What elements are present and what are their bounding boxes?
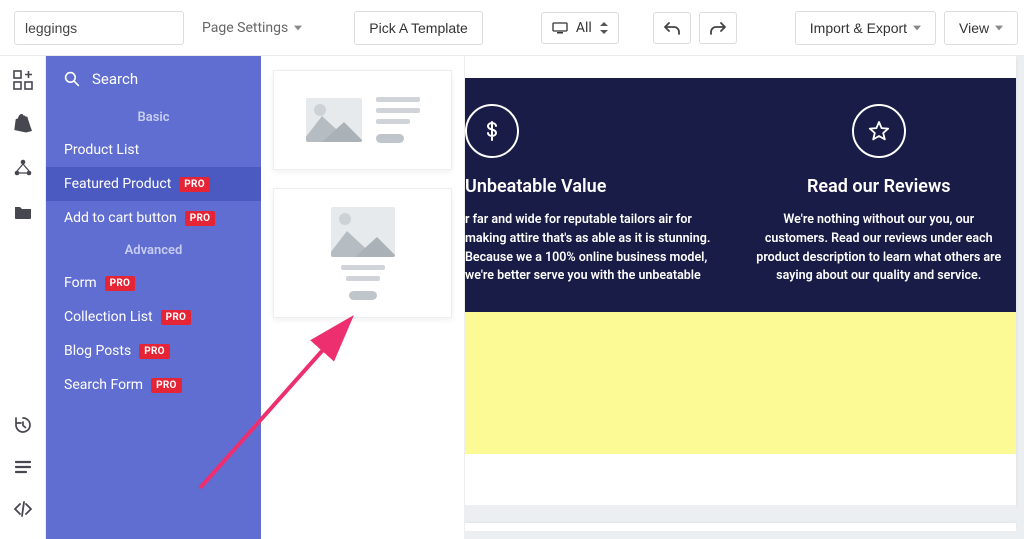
connect-icon[interactable] — [13, 158, 33, 178]
sidebar-item-label: Collection List — [64, 309, 153, 325]
preview-yellow-section — [465, 312, 1016, 454]
feature-body: r far and wide for reputable tailors air… — [465, 211, 720, 286]
sidebar-item-label: Featured Product — [64, 176, 171, 192]
text-lines-placeholder — [341, 265, 385, 300]
pro-badge: PRO — [151, 378, 182, 393]
sidebar-search[interactable]: Search — [46, 56, 261, 102]
sidebar-item-collection-list[interactable]: Collection List PRO — [46, 300, 261, 334]
code-icon[interactable] — [13, 499, 33, 519]
page-name-input[interactable] — [14, 11, 184, 45]
sidebar-item-blog-posts[interactable]: Blog Posts PRO — [46, 334, 261, 368]
dollar-icon — [465, 104, 519, 158]
preview-pane: Unbeatable Value r far and wide for repu… — [465, 56, 1024, 539]
redo-button[interactable] — [699, 12, 737, 44]
view-dropdown[interactable]: View — [944, 11, 1018, 45]
preview-dark-section: Unbeatable Value r far and wide for repu… — [465, 78, 1016, 312]
undo-icon — [664, 21, 680, 35]
layout-templates-column — [261, 56, 465, 539]
sidebar-item-add-to-cart[interactable]: Add to cart button PRO — [46, 201, 261, 235]
page-settings-label: Page Settings — [202, 20, 288, 36]
template-card-image-left[interactable] — [273, 70, 452, 170]
pro-badge: PRO — [139, 344, 170, 359]
sidebar-search-label: Search — [92, 70, 138, 88]
folder-icon[interactable] — [13, 202, 33, 222]
redo-icon — [710, 21, 726, 35]
feature-title: Read our Reviews — [752, 176, 1007, 197]
history-icon[interactable] — [13, 415, 33, 435]
star-icon — [852, 104, 906, 158]
updown-icon — [600, 22, 608, 34]
add-widget-icon[interactable] — [13, 70, 33, 90]
sidebar-item-form[interactable]: Form PRO — [46, 266, 261, 300]
device-label: All — [576, 20, 592, 36]
text-lines-placeholder — [376, 97, 420, 143]
import-export-label: Import & Export — [810, 20, 907, 36]
top-toolbar: Page Settings Pick A Template All Import… — [0, 0, 1024, 56]
preview-frame[interactable]: Unbeatable Value r far and wide for repu… — [465, 56, 1016, 505]
sidebar-item-label: Blog Posts — [64, 343, 131, 359]
sidebar-item-featured-product[interactable]: Featured Product PRO — [46, 167, 261, 201]
pro-badge: PRO — [161, 310, 192, 325]
sidebar-item-product-list[interactable]: Product List — [46, 133, 261, 167]
pro-badge: PRO — [185, 211, 216, 226]
preview-feature-reviews: Read our Reviews We're nothing without o… — [742, 104, 1017, 286]
page-settings-dropdown[interactable]: Page Settings — [192, 12, 312, 44]
preview-feature-value: Unbeatable Value r far and wide for repu… — [465, 104, 742, 286]
pick-template-button[interactable]: Pick A Template — [354, 11, 483, 45]
image-placeholder-icon — [306, 98, 362, 142]
elements-sidebar: Search Basic Product List Featured Produ… — [46, 56, 261, 539]
caret-down-icon — [913, 24, 921, 32]
sidebar-category-advanced: Advanced — [46, 235, 261, 266]
undo-button[interactable] — [653, 12, 691, 44]
pro-badge: PRO — [179, 177, 210, 192]
main-area: Search Basic Product List Featured Produ… — [0, 56, 1024, 539]
feature-title: Unbeatable Value — [465, 176, 720, 197]
view-label: View — [959, 20, 989, 36]
sidebar-item-label: Form — [64, 275, 97, 291]
shopify-icon[interactable] — [13, 114, 33, 134]
pick-template-label: Pick A Template — [369, 20, 468, 36]
preview-footer-bar — [465, 523, 1016, 531]
sidebar-category-basic: Basic — [46, 102, 261, 133]
image-placeholder-icon — [331, 207, 395, 257]
sidebar-item-search-form[interactable]: Search Form PRO — [46, 368, 261, 402]
template-card-image-top[interactable] — [273, 188, 452, 318]
sidebar-item-label: Add to cart button — [64, 210, 177, 226]
device-selector[interactable]: All — [541, 12, 619, 44]
list-icon[interactable] — [13, 457, 33, 477]
sidebar-item-label: Product List — [64, 142, 139, 158]
search-icon — [64, 71, 80, 87]
caret-down-icon — [294, 24, 302, 32]
left-rail — [0, 56, 46, 539]
import-export-dropdown[interactable]: Import & Export — [795, 11, 936, 45]
pro-badge: PRO — [105, 276, 136, 291]
caret-down-icon — [995, 24, 1003, 32]
feature-body: We're nothing without our you, our custo… — [752, 211, 1007, 286]
sidebar-item-label: Search Form — [64, 377, 143, 393]
desktop-icon — [552, 22, 568, 34]
